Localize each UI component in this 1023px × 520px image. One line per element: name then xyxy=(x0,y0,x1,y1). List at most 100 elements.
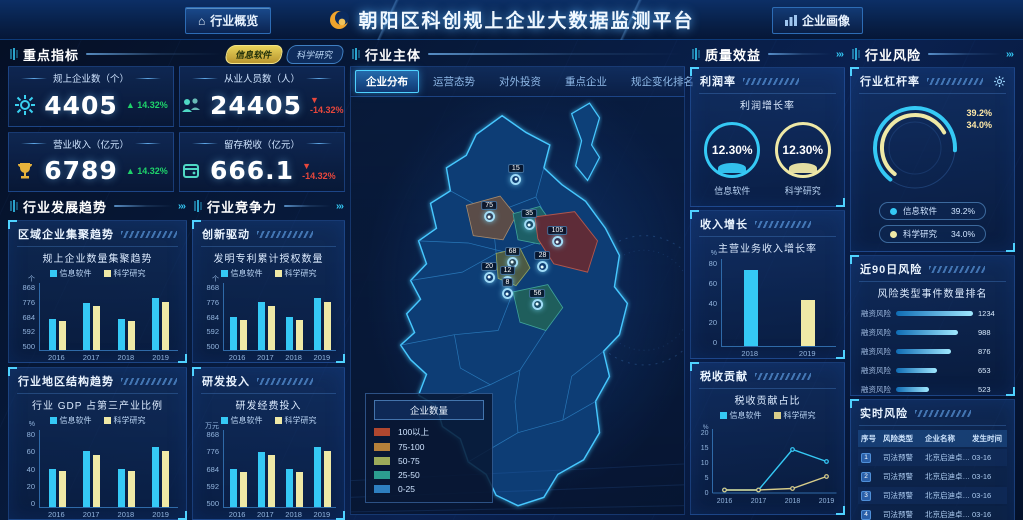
bar[interactable] xyxy=(162,451,169,507)
nav-industry-overview[interactable]: ⌂ 行业概览 xyxy=(185,7,271,34)
map-marker[interactable]: 105 xyxy=(548,226,568,247)
bar[interactable] xyxy=(258,302,265,350)
map-marker[interactable]: 35 xyxy=(521,209,537,230)
tab-重点企业[interactable]: 重点企业 xyxy=(555,71,617,92)
bar[interactable] xyxy=(49,469,56,508)
marker-value: 68 xyxy=(505,247,521,256)
map-marker[interactable]: 15 xyxy=(508,164,524,185)
bar[interactable] xyxy=(118,469,125,508)
industry-main-header: 行业主体 xyxy=(350,44,685,64)
nav-enterprise-portrait[interactable]: 企业画像 xyxy=(772,7,863,34)
badge-信息软件[interactable]: 信息软件 xyxy=(224,45,284,64)
stat-body: 4405▲ 14.32% xyxy=(9,85,173,125)
map-marker[interactable]: 28 xyxy=(535,251,551,272)
bar[interactable] xyxy=(314,298,321,350)
bar[interactable] xyxy=(744,270,758,346)
risk-bar-track xyxy=(896,387,973,392)
bar[interactable] xyxy=(93,455,100,507)
x-axis-labels: 2016201720182019 xyxy=(39,510,178,519)
legend-item: 信息软件 xyxy=(720,410,762,421)
bar[interactable] xyxy=(230,469,237,507)
hatch-decor xyxy=(755,373,811,380)
risk-bar-label: 融资风险 xyxy=(861,327,891,338)
y-tick: 40 xyxy=(27,465,35,474)
hatch-decor xyxy=(915,410,971,417)
risk-type: 司法预警 xyxy=(883,509,925,520)
chart-legend: 信息软件科学研究 xyxy=(691,410,844,421)
bar-group xyxy=(314,283,331,350)
expand-icon[interactable]: ››› xyxy=(336,201,343,212)
bar[interactable] xyxy=(314,447,321,507)
map-marker[interactable]: 20 xyxy=(481,262,497,283)
bar[interactable] xyxy=(240,472,247,507)
bar[interactable] xyxy=(286,469,293,507)
x-tick: 2018 xyxy=(285,353,302,362)
tab-运营态势[interactable]: 运营态势 xyxy=(423,71,485,92)
section-line xyxy=(114,205,173,207)
bar-group xyxy=(230,430,247,507)
bar[interactable] xyxy=(801,300,815,346)
nav-industry-overview-label: 行业概览 xyxy=(210,12,258,29)
expand-icon[interactable]: ››› xyxy=(836,49,843,60)
section-line xyxy=(928,53,1001,55)
row-seq-badge: 4 xyxy=(861,510,871,520)
marker-value: 8 xyxy=(502,278,514,287)
svg-text:0: 0 xyxy=(705,490,709,497)
bar[interactable] xyxy=(152,298,159,350)
svg-text:10: 10 xyxy=(701,460,709,467)
bar[interactable] xyxy=(324,451,331,507)
expand-icon[interactable]: ››› xyxy=(1006,49,1013,60)
expand-icon[interactable]: ››› xyxy=(178,201,185,212)
legend-swatch xyxy=(374,485,390,493)
bar[interactable] xyxy=(59,321,66,350)
badge-科学研究[interactable]: 科学研究 xyxy=(285,45,345,64)
realtime-risk-card: 实时风险 序号风险类型企业名称发生时间1司法预警北京启迪卓越科技有限公司03-1… xyxy=(850,399,1015,520)
table-row[interactable]: 3司法预警北京启迪卓越科技有限公司03-16 xyxy=(858,487,1007,504)
table-row[interactable]: 2司法预警北京启迪卓越科技有限公司03-16 xyxy=(858,468,1007,485)
map-marker[interactable]: 75 xyxy=(481,201,497,222)
bar[interactable] xyxy=(93,306,100,350)
map-marker[interactable]: 56 xyxy=(530,289,546,310)
risk-bar-row: 融资风险653 xyxy=(861,365,1004,376)
bar[interactable] xyxy=(83,303,90,350)
y-tick: 776 xyxy=(206,447,219,456)
bar[interactable] xyxy=(118,319,125,350)
map-legend-item: 100以上 xyxy=(374,426,484,438)
bar[interactable] xyxy=(268,455,275,507)
bar[interactable] xyxy=(286,317,293,351)
stat-delta: ▲ 14.32% xyxy=(126,100,168,110)
y-tick: 684 xyxy=(206,465,219,474)
bar[interactable] xyxy=(49,319,56,350)
legend-dot xyxy=(890,208,897,215)
y-axis-unit: 万元 xyxy=(205,421,219,431)
bar[interactable] xyxy=(128,321,135,350)
table-row[interactable]: 1司法预警北京启迪卓越科技有限公司03-16 xyxy=(858,449,1007,466)
bar[interactable] xyxy=(296,320,303,350)
bar[interactable] xyxy=(258,452,265,507)
marker-pin-icon xyxy=(537,261,548,272)
bar[interactable] xyxy=(240,320,247,350)
leverage-legend: 信息软件39.2%科学研究34.0% xyxy=(851,202,1014,251)
map-marker[interactable]: 8 xyxy=(502,278,514,299)
bar-group xyxy=(49,283,66,350)
tab-对外投资[interactable]: 对外投资 xyxy=(489,71,551,92)
bar[interactable] xyxy=(83,451,90,507)
bar[interactable] xyxy=(128,471,135,507)
bar[interactable] xyxy=(59,471,66,507)
legend-dot xyxy=(104,270,111,277)
table-row[interactable]: 4司法预警北京启迪卓越科技有限公司03-16 xyxy=(858,506,1007,520)
plot-row: 万元868776684592500 xyxy=(193,426,344,508)
bar[interactable] xyxy=(268,306,275,350)
bar[interactable] xyxy=(230,317,237,351)
gear-icon[interactable] xyxy=(994,76,1005,87)
bar[interactable] xyxy=(296,472,303,507)
stat-card-grid: 规上企业数（个）4405▲ 14.32%从业人员数（人）24405▼ -14.3… xyxy=(8,66,345,192)
bar[interactable] xyxy=(152,447,159,507)
x-tick: 2017 xyxy=(257,510,274,519)
tab-企业分布[interactable]: 企业分布 xyxy=(355,70,419,93)
bar[interactable] xyxy=(324,302,331,350)
bar[interactable] xyxy=(162,302,169,350)
risk-bar-fill xyxy=(896,387,929,392)
risk-bar-row: 融资风险1234 xyxy=(861,308,1004,319)
card-title: 行业杠杆率 xyxy=(860,73,920,89)
